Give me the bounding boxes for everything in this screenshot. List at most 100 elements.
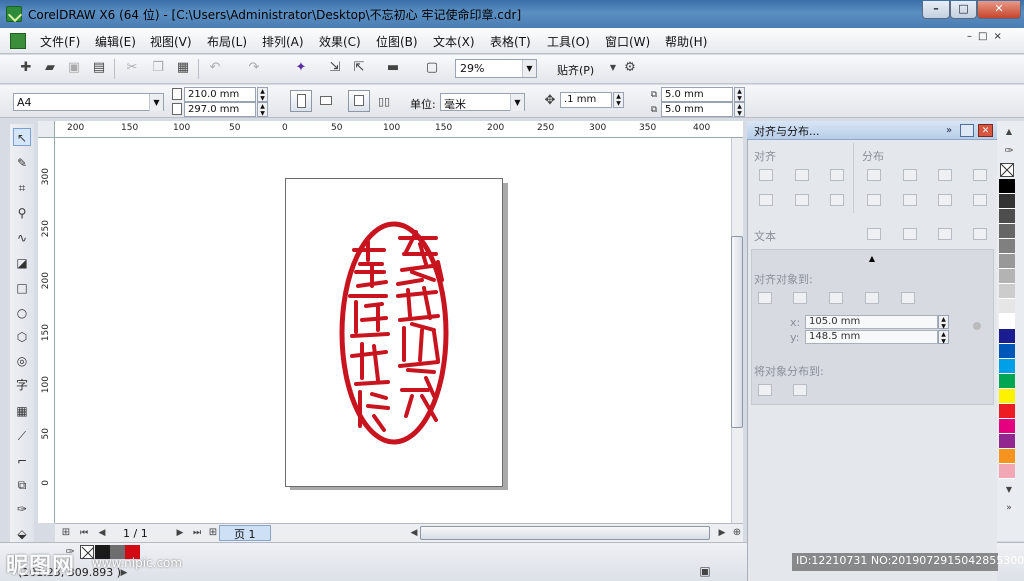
target-point-icon[interactable] (973, 322, 981, 330)
align-right-icon[interactable] (830, 169, 844, 181)
menu-arrange[interactable]: 排列(A) (262, 33, 304, 50)
palette-swatch[interactable] (999, 284, 1015, 299)
application-launcher-icon[interactable]: ▬ (385, 60, 401, 76)
distribute-right-icon[interactable] (938, 169, 952, 181)
duplicate-y-spinner[interactable]: ▲ ▼ (734, 102, 745, 117)
distribute-bottom-icon[interactable] (938, 194, 952, 206)
palette-swatch[interactable] (999, 194, 1015, 209)
palette-swatch[interactable] (999, 254, 1015, 269)
rectangle-tool-icon[interactable]: □ (13, 279, 31, 297)
palette-scroll-up-icon[interactable]: ▲ (1001, 124, 1017, 140)
last-page-icon[interactable]: ⏭ (189, 525, 205, 541)
current-page-icon[interactable]: ▯▯ (376, 94, 392, 110)
vertical-ruler[interactable]: 300 250 200 150 100 50 0 (38, 138, 55, 523)
distribute-to-selection-icon[interactable] (758, 384, 772, 396)
collapse-docker-icon[interactable]: » (941, 123, 957, 139)
vertical-scroll-thumb[interactable] (731, 236, 743, 428)
align-to-page-edge-icon[interactable] (793, 292, 807, 304)
palette-swatch[interactable] (999, 299, 1015, 314)
ellipse-tool-icon[interactable]: ○ (13, 304, 31, 322)
text-first-line-icon[interactable] (867, 228, 881, 240)
close-button[interactable]: ✕ (977, 1, 1021, 19)
palette-swatch[interactable] (999, 179, 1015, 194)
distribute-left-icon[interactable] (867, 169, 881, 181)
nudge-spinner[interactable]: ▲ ▼ (613, 92, 624, 108)
fill-tool-icon[interactable]: ⬙ (13, 525, 31, 543)
align-to-page-center-icon[interactable] (829, 292, 843, 304)
align-y-field[interactable]: 148.5 mm (805, 330, 938, 344)
docker-minimize-button[interactable] (960, 124, 974, 137)
align-top-icon[interactable] (759, 194, 773, 206)
pick-tool-icon[interactable]: ↖ (13, 128, 31, 146)
menu-layout[interactable]: 布局(L) (207, 33, 247, 50)
palette-expand-icon[interactable]: » (1001, 500, 1017, 516)
shape-tool-icon[interactable]: ✎ (13, 154, 31, 172)
options-icon[interactable]: ⚙ (622, 60, 638, 76)
connector-tool-icon[interactable]: ⌐ (13, 452, 31, 470)
palette-swatch[interactable] (999, 239, 1015, 254)
chevron-down-icon[interactable]: ▼ (510, 94, 524, 111)
collapse-section-icon[interactable]: ▲ (864, 251, 880, 267)
menu-text[interactable]: 文本(X) (433, 33, 475, 50)
interactive-blend-tool-icon[interactable]: ⧉ (13, 476, 31, 494)
palette-swatch[interactable] (999, 434, 1015, 449)
new-document-icon[interactable]: ✚ (18, 60, 34, 76)
page-tab[interactable]: 页 1 (219, 525, 271, 541)
menu-help[interactable]: 帮助(H) (665, 33, 707, 50)
horizontal-scroll-thumb[interactable] (420, 526, 710, 540)
text-baseline-icon[interactable] (973, 228, 987, 240)
align-y-spinner[interactable]: ▲ ▼ (938, 330, 949, 345)
menu-edit[interactable]: 编辑(E) (95, 33, 136, 50)
crop-tool-icon[interactable]: ⌗ (13, 179, 31, 197)
zoom-tool-icon[interactable]: ⚲ (13, 204, 31, 222)
save-icon[interactable]: ▣ (66, 60, 82, 76)
polygon-tool-icon[interactable]: ⬡ (13, 328, 31, 346)
minimize-button[interactable]: – (922, 1, 950, 19)
align-to-grid-icon[interactable] (865, 292, 879, 304)
align-center-horizontal-icon[interactable] (795, 169, 809, 181)
align-to-active-objects-icon[interactable] (758, 292, 772, 304)
palette-swatch[interactable] (999, 419, 1015, 434)
align-x-spinner[interactable]: ▲ ▼ (938, 315, 949, 330)
page-height-field[interactable]: 297.0 mm (184, 102, 256, 117)
navigator-icon[interactable]: ⊕ (729, 525, 745, 541)
smart-fill-tool-icon[interactable]: ◪ (13, 254, 31, 272)
text-last-line-icon[interactable] (903, 228, 917, 240)
menu-effects[interactable]: 效果(C) (319, 33, 361, 50)
table-tool-icon[interactable]: ▦ (13, 402, 31, 420)
align-center-vertical-icon[interactable] (795, 194, 809, 206)
snap-to-dropdown[interactable]: 贴齐(P) (557, 62, 594, 78)
welcome-screen-icon[interactable]: ▢ (424, 60, 440, 76)
page-width-field[interactable]: 210.0 mm (184, 87, 256, 102)
menu-bitmaps[interactable]: 位图(B) (376, 33, 418, 50)
unit-combo[interactable]: 毫米 ▼ (440, 93, 525, 111)
nudge-distance-field[interactable]: .1 mm (560, 92, 612, 108)
duplicate-distance-y-field[interactable]: 5.0 mm (661, 102, 733, 117)
basic-shapes-tool-icon[interactable]: ◎ (13, 352, 31, 370)
palette-eyedropper-icon[interactable]: ✑ (1001, 143, 1017, 159)
palette-scroll-down-icon[interactable]: ▼ (1001, 482, 1017, 498)
seal-artwork[interactable] (338, 220, 450, 446)
distribute-middle-icon[interactable] (903, 194, 917, 206)
freehand-tool-icon[interactable]: ∿ (13, 229, 31, 247)
palette-swatch[interactable] (999, 464, 1015, 479)
paste-icon[interactable]: ▦ (175, 60, 191, 76)
first-page-icon[interactable]: ⏮ (76, 525, 92, 541)
palette-swatch[interactable] (999, 374, 1015, 389)
export-icon[interactable]: ⇱ (351, 60, 367, 76)
page-height-spinner[interactable]: ▲ ▼ (257, 102, 268, 117)
cut-icon[interactable]: ✂ (124, 60, 140, 76)
palette-swatch[interactable] (999, 224, 1015, 239)
text-tool-icon[interactable]: 字 (13, 376, 31, 394)
menu-view[interactable]: 视图(V) (150, 33, 192, 50)
dimension-tool-icon[interactable]: ⟋ (13, 427, 31, 445)
previous-page-icon[interactable]: ◀ (94, 525, 110, 541)
align-bottom-icon[interactable] (830, 194, 844, 206)
page-size-combo[interactable]: A4 ▼ (13, 93, 164, 111)
align-x-field[interactable]: 105.0 mm (805, 315, 938, 329)
page-width-spinner[interactable]: ▲ ▼ (257, 87, 268, 102)
all-pages-button[interactable] (348, 90, 370, 112)
duplicate-x-spinner[interactable]: ▲ ▼ (734, 87, 745, 102)
menu-tools[interactable]: 工具(O) (547, 33, 590, 50)
undo-icon[interactable]: ↶ (207, 60, 223, 76)
